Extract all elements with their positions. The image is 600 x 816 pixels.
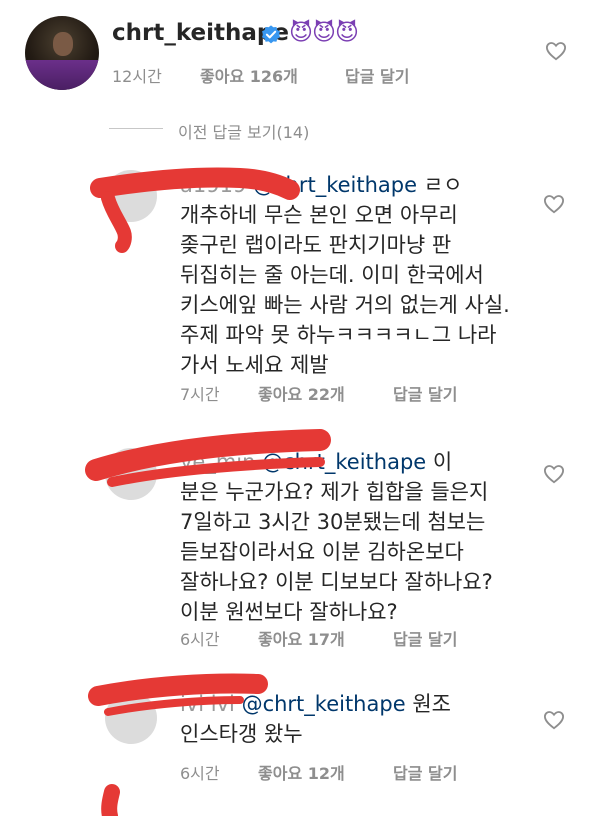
comment-line: 인스타갱 왔누	[180, 722, 303, 746]
comment-line: 듣보잡이라서요 이분 김하온보다	[180, 540, 464, 564]
verified-badge-icon	[262, 25, 280, 44]
avatar-face	[53, 32, 73, 56]
heart-icon[interactable]	[545, 41, 567, 61]
divider-line	[109, 128, 163, 129]
heart-icon[interactable]	[543, 194, 565, 214]
like-count[interactable]: 좋아요 12개	[258, 760, 345, 784]
heart-icon[interactable]	[543, 464, 565, 484]
comment-line: 원조	[412, 692, 451, 716]
comment-line: 7일하고 3시간 30분됐는데 첨보는	[180, 510, 486, 534]
reply-button[interactable]: 답글 달기	[393, 760, 457, 784]
reply-button[interactable]: 답글 달기	[345, 63, 409, 87]
comment-line: ㄹㅇ	[423, 173, 463, 197]
comment-time: 6시간	[180, 764, 220, 783]
like-count[interactable]: 좋아요 17개	[258, 626, 345, 650]
mention-link[interactable]: @chrt_keithape	[253, 173, 417, 197]
comment-line: 키스에잎 빠는 사람 거의 없는게 사실.	[180, 293, 510, 317]
reply-comment-text: ivi ivi @chrt_keithape 원조 인스타갱 왔누	[180, 689, 530, 749]
comment-time: 7시간	[180, 385, 220, 404]
avatar-clothing	[25, 60, 99, 90]
comment-line: 주제 파악 못 하누ㅋㅋㅋㅋㄴ그 나라	[180, 323, 497, 347]
mention-link[interactable]: @chrt_keithape	[262, 450, 426, 474]
reply-username-partial[interactable]: ye_min	[180, 450, 255, 474]
reply-username-partial[interactable]: ivi ivi	[180, 692, 235, 716]
reply-button[interactable]: 답글 달기	[393, 626, 457, 650]
redaction-scribble	[101, 784, 120, 816]
comment-line: 좆구린 랩이라도 판치기마냥 판	[180, 233, 452, 257]
comment-line: 분은 누군가요? 제가 힙합을 들은지	[180, 480, 489, 504]
comment-time: 6시간	[180, 630, 220, 649]
view-previous-replies-link[interactable]: 이전 답글 보기(14)	[178, 119, 309, 143]
comment-line: 이분 원썬보다 잘하나요?	[180, 600, 398, 624]
comment-line: 잘하나요? 이분 디보보다 잘하나요?	[180, 570, 493, 594]
comment-line: 뒤집히는 줄 아는데. 이미 한국에서	[180, 263, 484, 287]
like-count[interactable]: 좋아요 126개	[200, 63, 298, 87]
reply-avatar[interactable]	[105, 692, 157, 744]
reply-comment-text: ye_min @chrt_keithape 이 분은 누군가요? 제가 힙합을 …	[180, 447, 530, 627]
comment-line: 이	[432, 450, 453, 474]
like-count[interactable]: 좋아요 22개	[258, 381, 345, 405]
heart-icon[interactable]	[543, 710, 565, 730]
reply-avatar[interactable]	[105, 448, 157, 500]
reply-button[interactable]: 답글 달기	[393, 381, 457, 405]
reply-username-partial[interactable]: a1919	[180, 173, 246, 197]
comment-time: 12시간	[112, 67, 162, 86]
mention-link[interactable]: @chrt_keithape	[242, 692, 406, 716]
comment-line: 개추하네 무슨 본인 오면 아무리	[180, 203, 458, 227]
reply-avatar[interactable]	[105, 170, 157, 222]
avatar[interactable]	[25, 16, 99, 90]
reply-comment-text: a1919 @chrt_keithape ㄹㅇ 개추하네 무슨 본인 오면 아무…	[180, 170, 530, 380]
devil-emoji-text: 😈😈😈	[289, 20, 359, 46]
comment-line: 가서 노세요 제발	[180, 353, 329, 377]
